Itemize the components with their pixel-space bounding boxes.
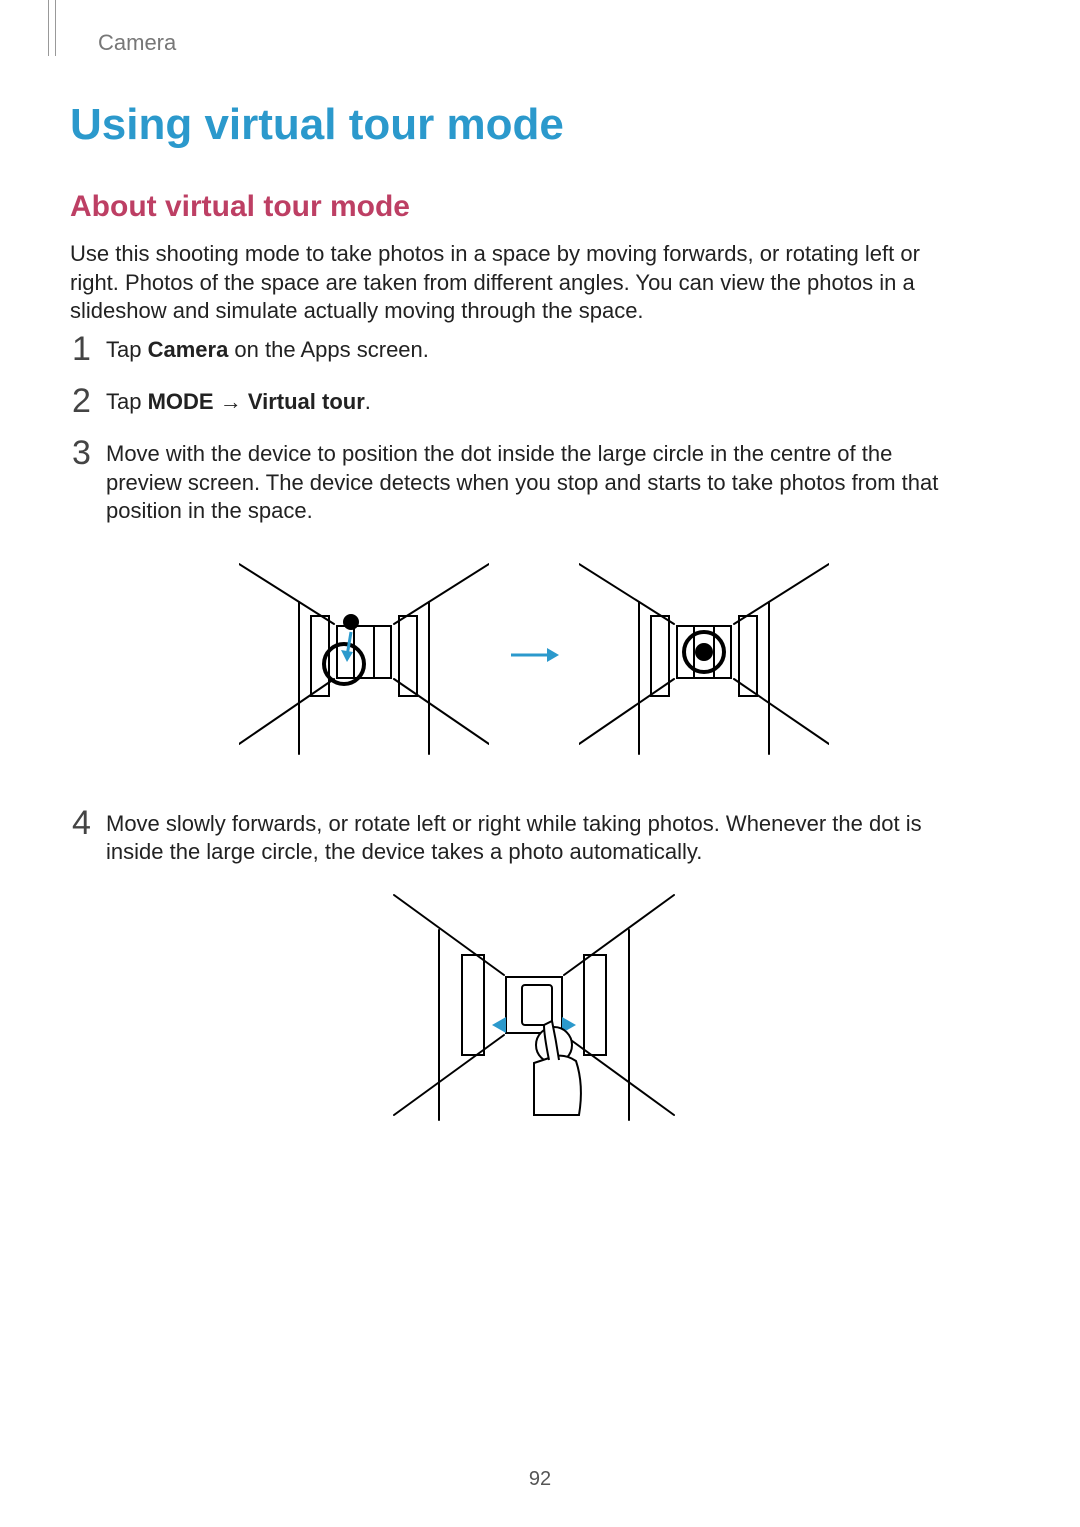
step-number: 1 xyxy=(72,332,106,366)
step1-pre: Tap xyxy=(106,337,148,362)
step-number: 2 xyxy=(72,384,106,418)
intro-paragraph: Use this shooting mode to take photos in… xyxy=(70,240,960,326)
step-body: Move slowly forwards, or rotate left or … xyxy=(106,810,962,1125)
step3-text: Move with the device to position the dot… xyxy=(106,441,938,523)
step1-post: on the Apps screen. xyxy=(228,337,429,362)
step-number: 4 xyxy=(72,806,106,840)
step-number: 3 xyxy=(72,436,106,470)
step2-post: . xyxy=(365,389,371,414)
header-section-label: Camera xyxy=(98,30,176,56)
step4-text: Move slowly forwards, or rotate left or … xyxy=(106,811,922,865)
illustration-after xyxy=(579,544,829,764)
step2-bold-mode: MODE xyxy=(148,389,214,414)
illustration-before xyxy=(239,544,489,764)
step2-arrow: → xyxy=(214,389,248,414)
step2-pre: Tap xyxy=(106,389,148,414)
step-body: Move with the device to position the dot… xyxy=(106,440,962,788)
steps-list: 1 Tap Camera on the Apps screen. 2 Tap M… xyxy=(72,336,962,1147)
step-body: Tap MODE → Virtual tour. xyxy=(106,388,962,417)
step2-bold-virtualtour: Virtual tour xyxy=(248,389,365,414)
illustration-corridor-align xyxy=(214,544,854,764)
section-subtitle: About virtual tour mode xyxy=(70,190,410,224)
step-3: 3 Move with the device to position the d… xyxy=(72,440,962,788)
step-1: 1 Tap Camera on the Apps screen. xyxy=(72,336,962,366)
step-body: Tap Camera on the Apps screen. xyxy=(106,336,962,365)
page-title: Using virtual tour mode xyxy=(70,100,564,150)
illustration-person-corridor xyxy=(384,885,684,1125)
step-2: 2 Tap MODE → Virtual tour. xyxy=(72,388,962,418)
page-number: 92 xyxy=(0,1468,1080,1491)
step1-bold: Camera xyxy=(148,337,229,362)
arrow-right-icon xyxy=(509,644,559,664)
step-4: 4 Move slowly forwards, or rotate left o… xyxy=(72,810,962,1125)
header-tab-marker xyxy=(48,0,56,56)
